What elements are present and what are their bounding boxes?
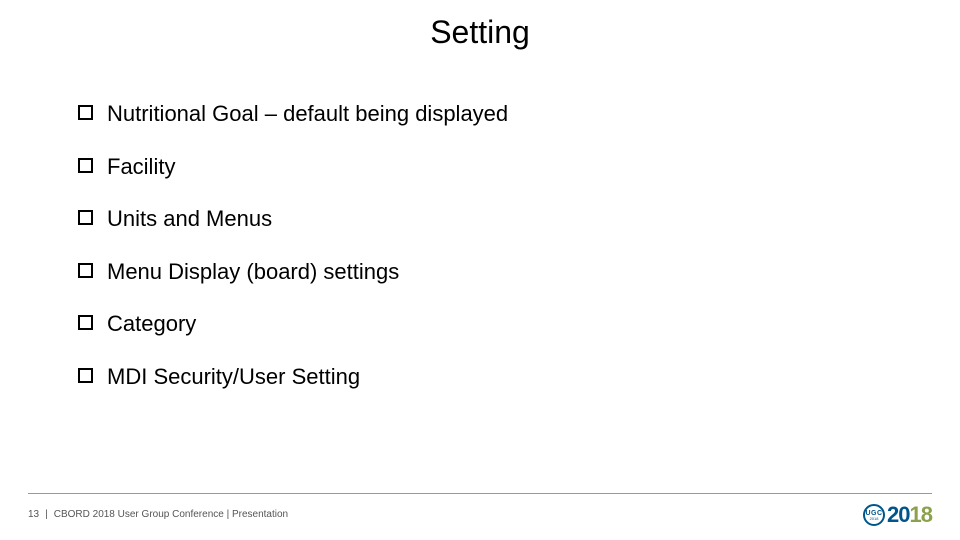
- list-item-text: Facility: [107, 153, 175, 182]
- checkbox-bullet-icon: [78, 158, 93, 173]
- footer-separator: |: [45, 509, 48, 520]
- slide: Setting Nutritional Goal – default being…: [0, 0, 960, 540]
- logo-year-suffix: 18: [910, 502, 932, 527]
- footer: 13 | CBORD 2018 User Group Conference | …: [28, 509, 288, 520]
- list-item: Category: [78, 310, 900, 339]
- list-item-text: Menu Display (board) settings: [107, 258, 399, 287]
- checkbox-bullet-icon: [78, 210, 93, 225]
- slide-title: Setting: [0, 14, 960, 51]
- list-item: Facility: [78, 153, 900, 182]
- checkbox-bullet-icon: [78, 368, 93, 383]
- logo-year: 2018: [887, 502, 932, 528]
- checkbox-bullet-icon: [78, 315, 93, 330]
- list-item: MDI Security/User Setting: [78, 363, 900, 392]
- list-item-text: MDI Security/User Setting: [107, 363, 360, 392]
- list-item: Menu Display (board) settings: [78, 258, 900, 287]
- bullet-list: Nutritional Goal – default being display…: [78, 100, 900, 416]
- checkbox-bullet-icon: [78, 263, 93, 278]
- footer-text: CBORD 2018 User Group Conference | Prese…: [54, 509, 288, 520]
- conference-logo: UGC 2018 2018: [863, 502, 932, 528]
- list-item-text: Category: [107, 310, 196, 339]
- list-item: Nutritional Goal – default being display…: [78, 100, 900, 129]
- page-number: 13: [28, 509, 39, 520]
- list-item: Units and Menus: [78, 205, 900, 234]
- list-item-text: Nutritional Goal – default being display…: [107, 100, 508, 129]
- logo-year-prefix: 20: [887, 502, 909, 527]
- logo-badge-bottom: 2018: [870, 517, 879, 521]
- checkbox-bullet-icon: [78, 105, 93, 120]
- list-item-text: Units and Menus: [107, 205, 272, 234]
- footer-divider: [28, 493, 932, 494]
- logo-badge-icon: UGC 2018: [863, 504, 885, 526]
